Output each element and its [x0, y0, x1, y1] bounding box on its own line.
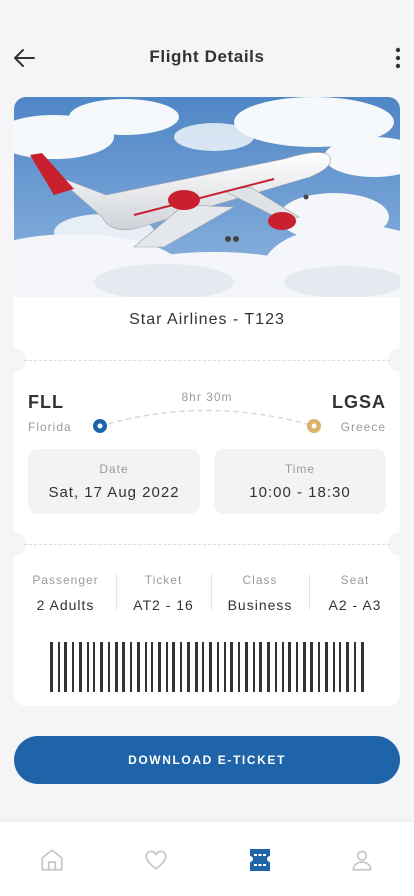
barcode-bar — [186, 642, 190, 692]
ticket-barcode — [50, 642, 364, 692]
barcode-bar — [346, 642, 350, 692]
bottom-nav — [0, 822, 414, 896]
barcode-bar — [238, 642, 241, 692]
home-icon — [41, 849, 63, 871]
barcode-bar — [223, 642, 226, 692]
nav-favorites[interactable] — [140, 844, 172, 876]
barcode-bar — [144, 642, 147, 692]
barcode-bar — [244, 642, 248, 692]
barcode-bar — [339, 642, 342, 692]
barcode-bar — [180, 642, 183, 692]
destination-code: LGSA — [331, 392, 386, 412]
barcode-bar — [252, 642, 255, 692]
passenger-detail: Passenger 2 Adults — [14, 573, 117, 613]
ticket-detail: Ticket AT2 - 16 — [117, 573, 210, 613]
barcode-bar — [310, 642, 314, 692]
barcode-bar — [230, 642, 234, 692]
ticket-value: AT2 - 16 — [133, 597, 194, 613]
barcode-bar — [259, 642, 263, 692]
more-vertical-icon — [395, 47, 401, 69]
barcode-bar — [122, 642, 126, 692]
date-box: Date Sat, 17 Aug 2022 — [28, 449, 200, 514]
barcode-bar — [216, 642, 219, 692]
barcode-bar — [172, 642, 176, 692]
barcode-bar — [78, 642, 82, 692]
destination-city: Greece — [340, 420, 386, 434]
seat-value: A2 - A3 — [328, 597, 382, 613]
time-label: Time — [284, 462, 316, 476]
time-value: 10:00 - 18:30 — [249, 484, 351, 501]
date-label: Date — [99, 462, 129, 476]
barcode-bar — [302, 642, 306, 692]
barcode-bar — [288, 642, 292, 692]
nav-home[interactable] — [36, 844, 68, 876]
barcode-bar — [318, 642, 321, 692]
barcode-bar — [57, 642, 60, 692]
nav-tickets[interactable] — [244, 844, 276, 876]
barcode-bar — [158, 642, 162, 692]
ticket-card: Star Airlines - T123 FLL Florida 8hr 30m… — [14, 97, 400, 706]
barcode-bar — [86, 642, 89, 692]
barcode-bar — [151, 642, 154, 692]
barcode-bar — [72, 642, 75, 692]
seat-detail: Seat A2 - A3 — [310, 573, 400, 613]
barcode-bar — [353, 642, 356, 692]
header: Flight Details — [0, 0, 414, 100]
barcode-bar — [114, 642, 118, 692]
nav-profile[interactable] — [346, 844, 378, 876]
barcode-bar — [360, 642, 364, 692]
time-box: Time 10:00 - 18:30 — [214, 449, 386, 514]
page-title: Flight Details — [149, 47, 265, 66]
barcode-bar — [194, 642, 198, 692]
passenger-value: 2 Adults — [36, 597, 95, 613]
ticket-icon — [250, 849, 270, 871]
barcode-bar — [295, 642, 298, 692]
more-options-button[interactable] — [388, 42, 408, 74]
flight-route-line — [93, 409, 321, 433]
download-e-ticket-button[interactable]: DOWNLOAD E-TICKET — [14, 736, 400, 784]
heart-icon — [145, 850, 167, 870]
seat-label: Seat — [340, 573, 370, 587]
barcode-bar — [274, 642, 277, 692]
dashed-divider — [24, 544, 390, 545]
date-value: Sat, 17 Aug 2022 — [48, 484, 180, 501]
class-label: Class — [242, 573, 278, 587]
barcode-bar — [100, 642, 104, 692]
barcode-bar — [93, 642, 96, 692]
barcode-bar — [324, 642, 328, 692]
barcode-bar — [202, 642, 205, 692]
dashed-divider — [24, 360, 390, 361]
user-icon — [352, 850, 372, 871]
barcode-bar — [267, 642, 271, 692]
barcode-bar — [281, 642, 284, 692]
passenger-label: Passenger — [32, 573, 99, 587]
barcode-bar — [64, 642, 68, 692]
barcode-bar — [165, 642, 168, 692]
barcode-bar — [209, 642, 213, 692]
class-detail: Class Business — [212, 573, 308, 613]
barcode-bar — [332, 642, 335, 692]
airline-name: Star Airlines - T123 — [129, 311, 285, 328]
barcode-bar — [107, 642, 110, 692]
ticket-label: Ticket — [144, 573, 183, 587]
barcode-bar — [130, 642, 133, 692]
airplane-photo — [14, 97, 400, 297]
barcode-bar — [136, 642, 140, 692]
origin-city: Florida — [28, 420, 72, 434]
class-value: Business — [227, 597, 293, 613]
barcode-bar — [50, 642, 53, 692]
